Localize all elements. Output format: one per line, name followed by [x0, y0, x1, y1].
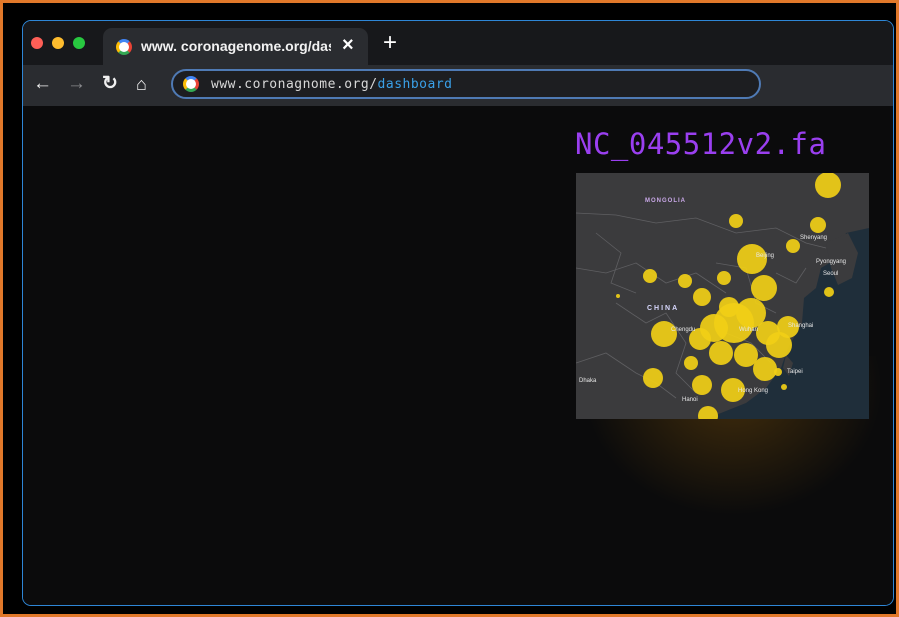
map-bubble — [684, 356, 698, 370]
reload-icon[interactable]: ↻ — [102, 74, 118, 94]
home-icon[interactable]: ⌂ — [136, 74, 147, 94]
browser-window: www. coronagenome.org/dashboard × + ← → … — [22, 20, 894, 606]
outbreak-map: MONGOLIA CHINA Shenyang Pyongyang Seoul … — [576, 173, 869, 419]
map-bubble — [616, 294, 620, 298]
label-mongolia: MONGOLIA — [645, 198, 686, 204]
new-tab-icon[interactable]: + — [383, 31, 397, 55]
back-arrow-icon[interactable]: ← — [33, 74, 52, 94]
map-svg: MONGOLIA CHINA Shenyang Pyongyang Seoul … — [576, 173, 869, 419]
map-bubble — [678, 274, 692, 288]
label-hong-kong: Hong Kong — [738, 388, 768, 394]
browser-tab[interactable]: www. coronagenome.org/dashboard × — [103, 28, 368, 65]
map-bubble — [753, 357, 777, 381]
label-china: CHINA — [647, 305, 679, 312]
label-pyongyang: Pyongyang — [816, 259, 846, 265]
label-shenyang: Shenyang — [800, 235, 827, 241]
map-bubble — [774, 368, 782, 376]
label-wuhan: Wuhan — [739, 327, 758, 333]
label-seoul: Seoul — [823, 271, 838, 277]
label-hanoi: Hanoi — [682, 397, 698, 403]
label-taipei: Taipei — [787, 369, 803, 375]
url-path: dashboard — [377, 77, 453, 92]
label-dhaka: Dhaka — [579, 378, 597, 384]
map-bubble — [643, 269, 657, 283]
close-icon[interactable]: × — [342, 35, 354, 55]
map-bubble — [709, 341, 733, 365]
label-chengdu: Chengdu — [671, 327, 695, 333]
map-bubble — [781, 384, 787, 390]
map-bubble — [737, 244, 767, 274]
map-bubble — [824, 287, 834, 297]
close-window-button[interactable] — [31, 37, 43, 49]
url-host: www.coronagnome.org/ — [211, 77, 378, 92]
maximize-window-button[interactable] — [73, 37, 85, 49]
map-bubble — [692, 375, 712, 395]
label-shanghai: Shanghai — [788, 323, 813, 329]
map-bubble — [786, 239, 800, 253]
browser-toolbar: ← → ↻ ⌂ www.coronagnome.org/dashboard — [23, 65, 893, 106]
map-bubble — [810, 217, 826, 233]
genome-filename: NC_045512v2.fa — [575, 127, 827, 161]
map-bubble — [693, 288, 711, 306]
label-beijing: Beijing — [756, 253, 774, 259]
map-bubble — [643, 368, 663, 388]
tab-title: www. coronagenome.org/dashboard — [141, 38, 331, 54]
map-bubble — [717, 271, 731, 285]
minimize-window-button[interactable] — [52, 37, 64, 49]
google-favicon-icon — [183, 76, 199, 92]
tab-strip: www. coronagenome.org/dashboard × + — [23, 21, 893, 65]
google-favicon-icon — [116, 39, 132, 55]
address-bar[interactable]: www.coronagnome.org/dashboard — [171, 69, 761, 99]
forward-arrow-icon[interactable]: → — [67, 74, 86, 94]
map-bubble — [751, 275, 777, 301]
map-bubble — [729, 214, 743, 228]
map-bubble — [651, 321, 677, 347]
page-content: NC_045512v2.fa MONGOLIA CHINA Shenyang P… — [23, 106, 893, 605]
url-text: www.coronagnome.org/dashboard — [211, 77, 453, 92]
map-bubble — [815, 173, 841, 198]
